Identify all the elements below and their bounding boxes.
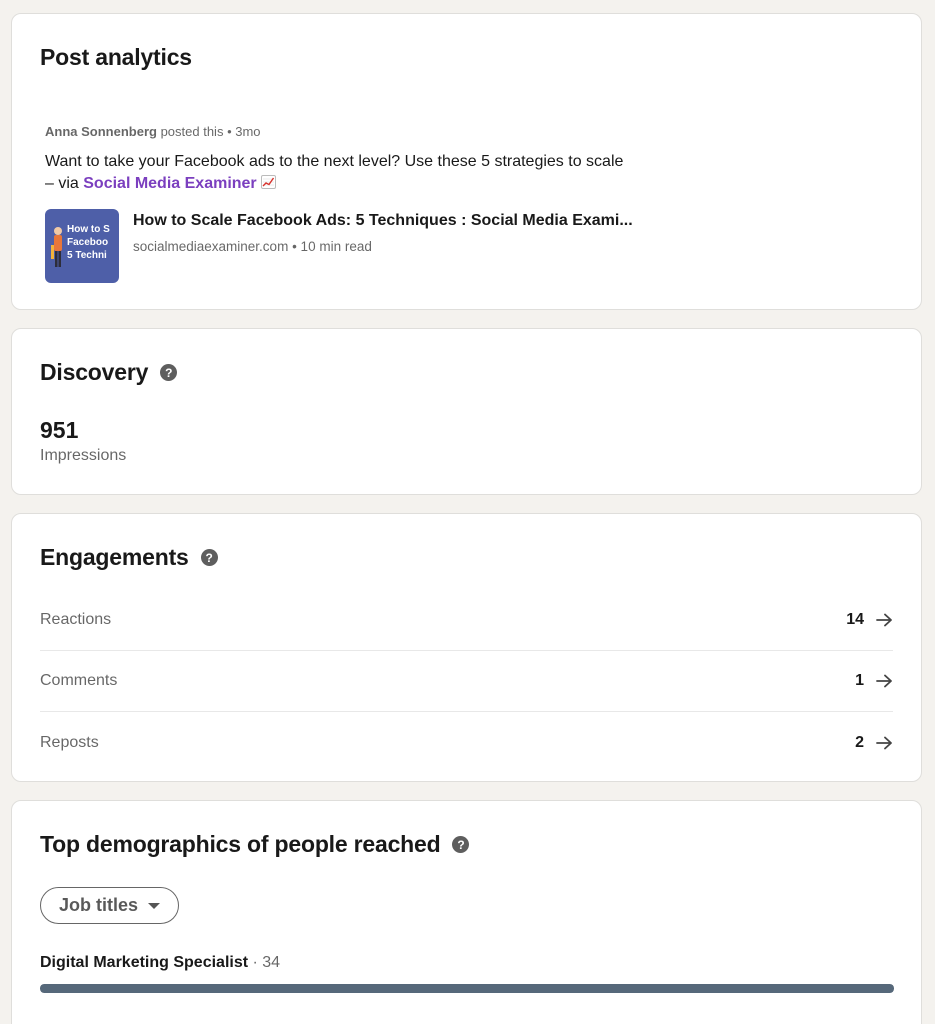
post-analytics-card: Post analytics Anna Sonnenberg posted th… xyxy=(11,13,922,310)
post-meta: Anna Sonnenberg posted this • 3mo xyxy=(45,124,261,139)
engagements-title: Engagements ? xyxy=(40,544,218,571)
article-read-time: • 10 min read xyxy=(288,239,372,254)
engagement-label: Comments xyxy=(40,672,118,689)
help-icon[interactable]: ? xyxy=(200,549,218,566)
engagements-card: Engagements ? Reactions 14 Comments 1 Re… xyxy=(11,513,922,782)
dropdown-label: Job titles xyxy=(59,895,139,915)
article-title[interactable]: How to Scale Facebook Ads: 5 Techniques … xyxy=(133,212,633,230)
demographic-count: · 34 xyxy=(248,954,281,971)
caret-down-icon xyxy=(148,902,161,909)
engagement-row-reactions[interactable]: Reactions 14 xyxy=(40,590,893,651)
engagement-label: Reactions xyxy=(40,611,112,628)
post-action: posted this xyxy=(156,124,224,139)
thumb-text-line: Faceboo xyxy=(67,237,109,248)
article-preview[interactable]: How to S Faceboo 5 Techni How to Scale F… xyxy=(45,209,633,283)
impressions-count: 951 xyxy=(40,417,79,443)
article-source: socialmediaexaminer.com xyxy=(133,239,289,254)
engagement-label: Reposts xyxy=(40,733,99,751)
arrow-right-icon xyxy=(876,613,892,627)
article-info: How to Scale Facebook Ads: 5 Techniques … xyxy=(133,209,633,254)
post-analytics-title: Post analytics xyxy=(40,44,192,70)
person-figure-icon xyxy=(51,227,62,267)
impressions-label: Impressions xyxy=(40,447,127,464)
chart-increasing-icon xyxy=(260,175,276,189)
engagement-row-comments[interactable]: Comments 1 xyxy=(40,651,893,712)
engagement-count: 14 xyxy=(846,611,864,628)
demographic-name: Digital Marketing Specialist xyxy=(40,954,249,971)
thumb-text-line: 5 Techni xyxy=(67,250,107,261)
job-titles-dropdown[interactable]: Job titles xyxy=(40,887,180,924)
arrow-right-icon xyxy=(876,736,892,749)
article-thumbnail: How to S Faceboo 5 Techni xyxy=(45,209,119,283)
demographic-bar xyxy=(40,984,894,993)
post-text: Want to take your Facebook ads to the ne… xyxy=(45,153,624,192)
post-time: • 3mo xyxy=(223,124,261,139)
demographics-title: Top demographics of people reached ? xyxy=(40,831,470,858)
help-icon[interactable]: ? xyxy=(160,364,178,381)
discovery-title: Discovery ? xyxy=(40,359,178,386)
arrow-right-icon xyxy=(876,674,892,688)
demographics-card: Top demographics of people reached ? Job… xyxy=(11,800,922,1024)
author-name[interactable]: Anna Sonnenberg xyxy=(45,124,157,139)
engagement-count: 2 xyxy=(855,733,864,751)
demographic-bar-fill xyxy=(40,984,894,993)
thumb-text-line: How to S xyxy=(67,224,110,235)
mention-link[interactable]: Social Media Examiner xyxy=(83,175,256,192)
engagement-row-reposts[interactable]: Reposts 2 xyxy=(40,712,893,773)
article-subtitle: socialmediaexaminer.com • 10 min read xyxy=(133,239,633,254)
engagement-count: 1 xyxy=(855,672,864,689)
demographic-item: Digital Marketing Specialist · 34 xyxy=(40,954,280,972)
discovery-card: Discovery ? 951 Impressions xyxy=(11,328,922,495)
help-icon[interactable]: ? xyxy=(452,836,470,853)
